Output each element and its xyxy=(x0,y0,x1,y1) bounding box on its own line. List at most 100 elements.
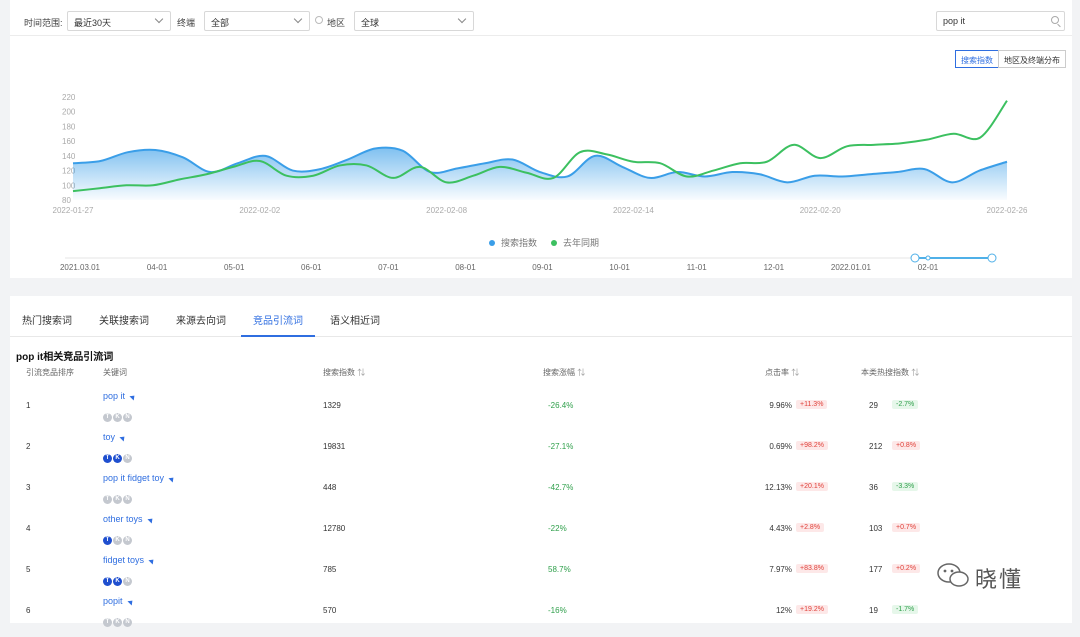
keyword-badges: TKN xyxy=(103,487,133,505)
sort-icon[interactable]: ⇅ xyxy=(911,368,919,377)
active-tab-indicator xyxy=(241,335,315,337)
keyword-badges: TKN xyxy=(103,569,133,587)
timeline-label: 2021.03.01 xyxy=(60,263,101,272)
timeline-label: 06-01 xyxy=(301,263,322,272)
timeline-label: 02-01 xyxy=(918,263,939,272)
legend-dot-last-year xyxy=(551,240,557,246)
header-rank: 引流竞品排序 xyxy=(26,368,74,377)
search-index-cell: 1329 xyxy=(323,401,341,410)
y-tick-label: 220 xyxy=(62,93,76,102)
hot-index-cell: 29 xyxy=(869,401,878,410)
search-growth-cell: 58.7% xyxy=(548,565,571,574)
trend-badge-icon[interactable]: T xyxy=(103,454,112,463)
timeline-handle-left[interactable] xyxy=(910,253,920,263)
trend-badge-icon[interactable]: T xyxy=(103,577,112,586)
rank-cell: 4 xyxy=(26,524,31,533)
hot-index-cell: 36 xyxy=(869,483,878,492)
keyword-link[interactable]: fidget toys xyxy=(103,555,156,565)
tab-source-destination[interactable]: 来源去向词 xyxy=(176,312,226,327)
ctr-delta-badge: +2.8% xyxy=(796,523,825,532)
watermark-text: 晓懂 xyxy=(975,567,1024,592)
tab-bar: 热门搜索词 关联搜索词 来源去向词 竞品引流词 语义相近词 xyxy=(10,296,1072,337)
expand-icon[interactable] xyxy=(126,598,135,606)
search-growth-cell: -26.4% xyxy=(548,401,574,410)
table-row: 5 fidget toys TKN 785 58.7% 7.97% +83.8%… xyxy=(10,555,1072,596)
new-badge-icon[interactable]: N xyxy=(123,495,132,504)
sort-icon[interactable]: ⇅ xyxy=(577,368,585,377)
timeline-label: 05-01 xyxy=(224,263,245,272)
hot-index-cell: 177 xyxy=(869,565,883,574)
y-tick-label: 180 xyxy=(62,122,76,131)
ctr-delta-badge: +20.1% xyxy=(796,482,828,491)
keyword-badges: TKN xyxy=(103,446,133,464)
sort-icon[interactable]: ⇅ xyxy=(791,368,799,377)
search-index-cell: 448 xyxy=(323,483,337,492)
header-ctr[interactable]: 点击率 ⇅ xyxy=(765,367,799,378)
legend-last-year[interactable]: 去年同期 xyxy=(563,237,599,248)
trend-badge-icon[interactable]: T xyxy=(103,413,112,422)
header-search-growth[interactable]: 搜索涨幅 ⇅ xyxy=(543,367,585,378)
tab-semantic-similar[interactable]: 语义相近词 xyxy=(330,312,380,327)
header-search-index[interactable]: 搜索指数 ⇅ xyxy=(323,367,365,378)
expand-icon[interactable] xyxy=(129,393,137,401)
expand-icon[interactable] xyxy=(148,557,156,565)
search-index-cell: 19831 xyxy=(323,442,346,451)
legend-search-index[interactable]: 搜索指数 xyxy=(501,237,537,248)
ctr-cell: 12% xyxy=(775,606,792,615)
rank-cell: 5 xyxy=(26,565,31,574)
expand-icon[interactable] xyxy=(168,475,176,483)
hot-delta-badge: +0.7% xyxy=(892,523,921,532)
trend-badge-icon[interactable]: T xyxy=(103,536,112,545)
timeline-label: 10-01 xyxy=(609,263,630,272)
new-badge-icon[interactable]: N xyxy=(123,413,132,422)
hot-badge-icon[interactable]: K xyxy=(113,454,122,463)
hot-badge-icon[interactable]: K xyxy=(113,577,122,586)
tab-related-search[interactable]: 关联搜索词 xyxy=(99,312,149,327)
keyword-link[interactable]: toy xyxy=(103,432,127,442)
keyword-link[interactable]: pop it fidget toy xyxy=(103,473,176,483)
tab-hot-search[interactable]: 热门搜索词 xyxy=(22,312,72,327)
hot-index-cell: 19 xyxy=(869,606,878,615)
new-badge-icon[interactable]: N xyxy=(123,536,132,545)
ctr-delta-badge: +11.3% xyxy=(796,400,828,409)
new-badge-icon[interactable]: N xyxy=(123,454,132,463)
rank-cell: 2 xyxy=(26,442,31,451)
hot-delta-badge: -3.3% xyxy=(892,482,919,491)
hot-badge-icon[interactable]: K xyxy=(113,413,122,422)
legend-dot-search-index xyxy=(489,240,495,246)
hot-delta-badge: -2.7% xyxy=(892,400,919,409)
hot-delta-badge: +0.8% xyxy=(892,441,921,450)
keyword-link[interactable]: pop it xyxy=(103,391,137,401)
search-index-cell: 785 xyxy=(323,565,337,574)
timeline-label: 08-01 xyxy=(455,263,476,272)
hot-index-cell: 103 xyxy=(869,524,883,533)
timeline-slider[interactable]: 2021.03.01 04-01 05-01 06-01 07-01 08-01 09-01… xyxy=(60,253,997,272)
timeline-handle-mid[interactable] xyxy=(925,255,931,261)
keyword-link[interactable]: popit xyxy=(103,596,135,606)
keyword-card: 热门搜索词 关联搜索词 来源去向词 竞品引流词 语义相近词 pop it相关竞品… xyxy=(10,296,1072,627)
trend-chart: 80100120140160180200220 2022-01-27 2022-0… xyxy=(53,93,1028,272)
expand-icon[interactable] xyxy=(119,434,127,442)
new-badge-icon[interactable]: N xyxy=(123,577,132,586)
table-row: 3 pop it fidget toy TKN 448 -42.7% 12.13… xyxy=(10,473,1072,514)
y-tick-label: 80 xyxy=(62,196,71,205)
wechat-logo-icon xyxy=(937,563,969,587)
table-row: 4 other toys TKN 12780 -22% 4.43% +2.8% … xyxy=(10,514,1072,555)
table-row: 2 toy TKN 19831 -27.1% 0.69% +98.2% 212 … xyxy=(10,432,1072,473)
hot-badge-icon[interactable]: K xyxy=(113,495,122,504)
tab-competitor-traffic[interactable]: 竞品引流词 xyxy=(253,312,303,327)
rank-cell: 6 xyxy=(26,606,31,615)
timeline-handle-right[interactable] xyxy=(987,253,997,263)
search-growth-cell: -22% xyxy=(548,524,567,533)
search-growth-cell: -27.1% xyxy=(548,442,574,451)
keyword-badges: TKN xyxy=(103,610,133,628)
hot-badge-icon[interactable]: K xyxy=(113,536,122,545)
sort-icon[interactable]: ⇅ xyxy=(357,368,365,377)
trend-badge-icon[interactable]: T xyxy=(103,495,112,504)
expand-icon[interactable] xyxy=(146,516,155,524)
chart-card: 时间范围: 最近30天 终端 全部 地区 全球 pop it 搜索指数 地区及终… xyxy=(10,0,1072,278)
keyword-link[interactable]: other toys xyxy=(103,514,155,524)
ctr-cell: 7.97% xyxy=(769,565,792,574)
header-hot-index[interactable]: 本类热搜指数 ⇅ xyxy=(861,367,919,378)
timeline-label: 2022.01.01 xyxy=(831,263,872,272)
